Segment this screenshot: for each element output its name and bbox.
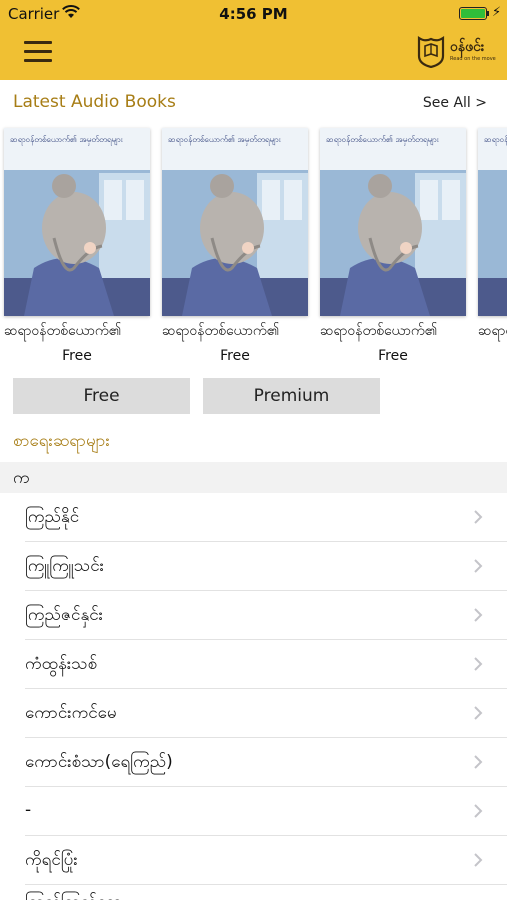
book-cover: ဆရာဝန်တစ်ယောက်၏ အမှတ်တရများ xyxy=(162,128,308,316)
chevron-right-icon xyxy=(474,706,483,720)
book-cover: ဆရာဝန်တစ်ယောက်၏ အမှတ်တရများ xyxy=(4,128,150,316)
book-title: ဆရာဝန်တစ်ယောက်၏ xyxy=(162,323,280,339)
logo-tagline: Read on the move xyxy=(450,56,496,62)
writers-section-title: စာရေးဆရာများ xyxy=(13,431,110,451)
book-title: ဆရာဝန်တစ်ယောက်၏ xyxy=(320,323,438,339)
book-title: ဆရာဝန်တစ်ယောက်၏ xyxy=(4,323,122,339)
see-all-link[interactable]: See All > xyxy=(423,95,487,111)
book-price: Free xyxy=(62,348,92,364)
writer-row[interactable]: ကောင်းစံသာ(ရေကြည်) xyxy=(0,738,507,787)
writer-row[interactable]: - xyxy=(0,787,507,836)
chevron-right-icon xyxy=(474,559,483,573)
writer-name: ကိုရင်ပြုံး xyxy=(25,850,78,870)
writer-row[interactable]: ကောင်းကင်မေ xyxy=(0,689,507,738)
book-title: ဆရာဝန်တစ်ယောက်၏ xyxy=(478,323,507,339)
writer-row[interactable]: ကိုရင်ပြုံး xyxy=(0,836,507,885)
book-shield-icon xyxy=(417,35,445,68)
premium-filter-button[interactable]: Premium xyxy=(203,378,380,414)
audio-books-carousel[interactable]: ဆရာဝန်တစ်ယောက်၏ အမှတ်တရများ ဆရာဝန်တစ်ယော… xyxy=(0,124,507,374)
app-logo: ဝန်ဖင်း Read on the move xyxy=(416,34,498,68)
book-cover: ဆရာဝန်တစ်ယောက်၏ အမှတ်တရများ xyxy=(320,128,466,316)
writer-name: ကြူကြူသင်း xyxy=(25,556,104,576)
battery-icon xyxy=(459,7,487,20)
latest-audio-books-title: Latest Audio Books xyxy=(13,92,176,112)
logo-text: ဝန်ဖင်း xyxy=(450,39,485,55)
writer-name: ကြည်နိုင် xyxy=(25,507,80,527)
free-filter-button[interactable]: Free xyxy=(13,378,190,414)
book-cover-title: ဆရာဝန်တစ်ယောက်၏ အမှတ်တရများ xyxy=(484,135,507,144)
writer-name: ကြည်ဇင်နှင်း xyxy=(25,605,103,625)
status-time: 4:56 PM xyxy=(219,5,288,23)
writer-row[interactable]: ကြည်နိုင် xyxy=(0,493,507,542)
book-cover-illustration xyxy=(4,128,150,316)
chevron-right-icon xyxy=(474,853,483,867)
writer-row[interactable]: ကံထွန်းသစ် xyxy=(0,640,507,689)
chevron-right-icon xyxy=(474,608,483,622)
chevron-right-icon xyxy=(474,657,483,671)
book-price: Free xyxy=(220,348,250,364)
writer-name: ကြည်ကြည်ဆွေ xyxy=(25,891,122,900)
writer-row[interactable]: ကြည်ကြည်ဆွေ xyxy=(0,885,507,900)
book-cover-illustration xyxy=(162,128,308,316)
app-header: Carrier 4:56 PM ⚡ ဝန်ဖင်း Read on the mo… xyxy=(0,0,507,80)
book-cover-illustration xyxy=(320,128,466,316)
writer-name: ကံထွန်းသစ် xyxy=(25,654,98,674)
book-cover: ဆရာဝန်တစ်ယောက်၏ အမှတ်တရများ xyxy=(478,128,507,316)
chevron-right-icon xyxy=(474,755,483,769)
writer-name: ကောင်းကင်မေ xyxy=(25,703,117,723)
writers-group-header: က xyxy=(0,462,507,493)
book-price: Free xyxy=(378,348,408,364)
book-cover-title: ဆရာဝန်တစ်ယောက်၏ အမှတ်တရများ xyxy=(168,135,281,144)
book-card[interactable]: ဆရာဝန်တစ်ယောက်၏ အမှတ်တရများ ဆရာဝန်တစ်ယော… xyxy=(320,124,472,370)
battery-cap xyxy=(487,11,489,16)
status-bar: Carrier 4:56 PM ⚡ xyxy=(0,0,507,28)
hamburger-menu-button[interactable] xyxy=(24,41,52,63)
book-card[interactable]: ဆရာဝန်တစ်ယောက်၏ အမှတ်တရများ ဆရာဝန်တစ်ယော… xyxy=(4,124,156,370)
writer-name: - xyxy=(25,800,32,820)
writer-row[interactable]: ကြူကြူသင်း xyxy=(0,542,507,591)
book-cover-title: ဆရာဝန်တစ်ယောက်၏ အမှတ်တရများ xyxy=(10,135,123,144)
book-card[interactable]: ဆရာဝန်တစ်ယောက်၏ အမှတ်တရများ ဆရာဝန်တစ်ယော… xyxy=(162,124,314,370)
charging-icon: ⚡ xyxy=(492,5,502,20)
chevron-right-icon xyxy=(474,804,483,818)
writer-name: ကောင်းစံသာ(ရေကြည်) xyxy=(25,752,173,772)
book-cover-illustration xyxy=(478,128,507,316)
group-letter: က xyxy=(13,468,30,488)
chevron-right-icon xyxy=(474,510,483,524)
writer-row[interactable]: ကြည်ဇင်နှင်း xyxy=(0,591,507,640)
book-cover-title: ဆရာဝန်တစ်ယောက်၏ အမှတ်တရများ xyxy=(326,135,439,144)
book-card[interactable]: ဆရာဝန်တစ်ယောက်၏ အမှတ်တရများ ဆရာဝန်တစ်ယော… xyxy=(478,124,507,370)
